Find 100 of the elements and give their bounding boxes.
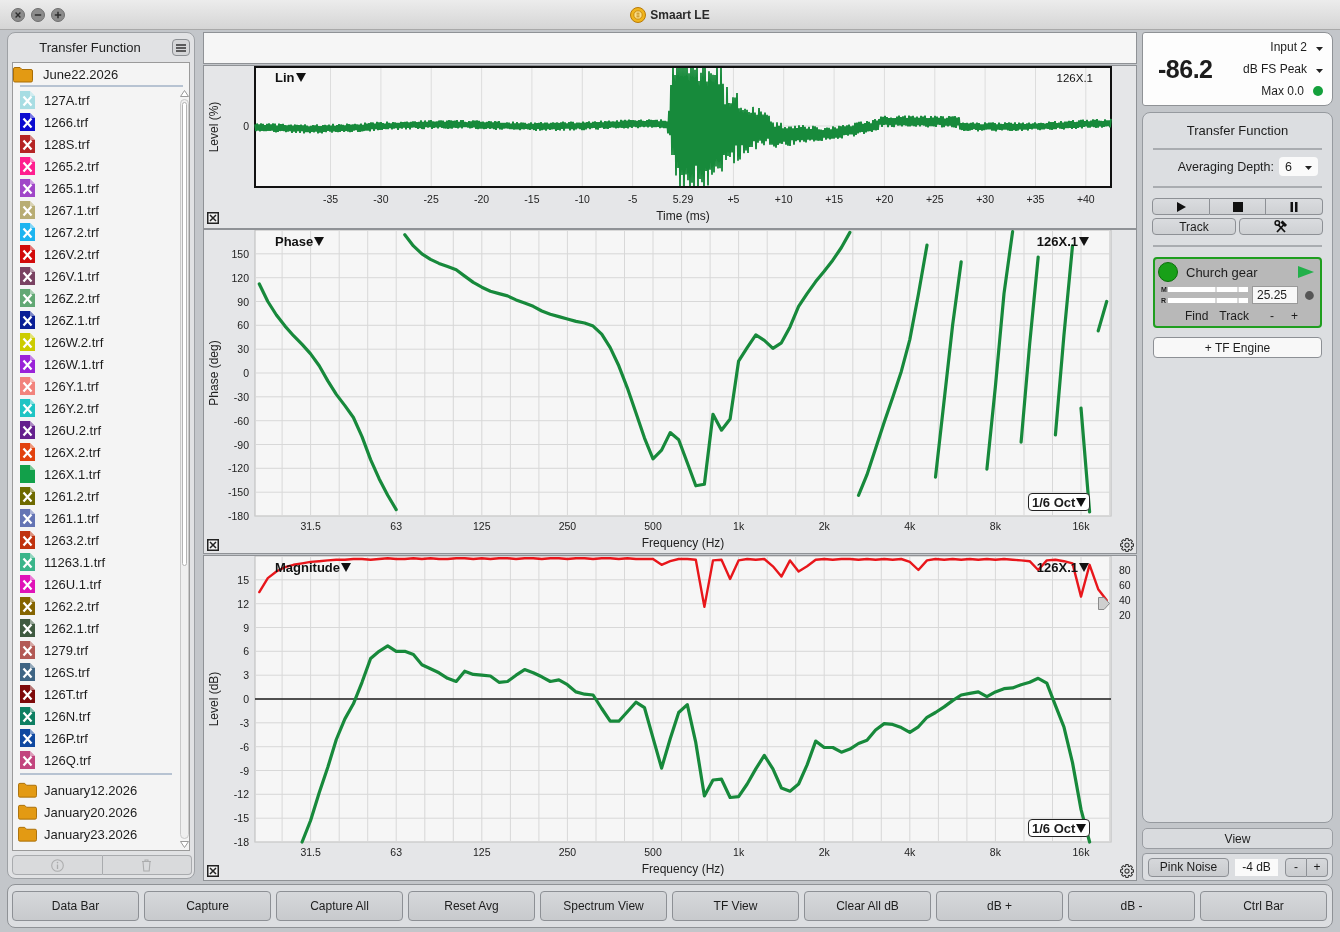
tick-label: 12 <box>237 597 249 610</box>
toolbar-button[interactable]: Capture <box>144 891 271 921</box>
scrollbar[interactable] <box>180 99 189 839</box>
app-logo-icon <box>630 6 647 23</box>
file-item[interactable]: 1265.2.trf <box>13 155 180 177</box>
tick-label: 0 <box>243 120 249 132</box>
file-item[interactable]: 126Z.2.trf <box>13 287 180 309</box>
file-item[interactable]: 1265.1.trf <box>13 177 180 199</box>
tick-label: 8k <box>989 846 1001 858</box>
folder-item[interactable]: June22.2026 <box>13 63 189 85</box>
file-item[interactable]: 126Z.1.trf <box>13 309 180 331</box>
toolbar-button[interactable]: Data Bar <box>12 891 139 921</box>
file-item[interactable]: 126V.2.trf <box>13 243 180 265</box>
file-item[interactable]: 1261.1.trf <box>13 507 180 529</box>
add-engine-button[interactable]: + TF Engine <box>1153 337 1322 358</box>
action-button[interactable]: Track <box>1217 309 1251 323</box>
action-button[interactable]: Find <box>1183 309 1211 323</box>
folder-item[interactable]: January23.2026 <box>13 823 180 845</box>
file-item[interactable]: 126X.1.trf <box>13 463 180 485</box>
tick-label: +10 <box>774 193 793 205</box>
file-item[interactable]: 127A.trf <box>13 89 180 111</box>
toolbar-button[interactable]: TF View <box>672 891 799 921</box>
panel-title: Transfer Function <box>1186 123 1289 138</box>
tick-label: 16k <box>1072 520 1090 532</box>
play-button[interactable] <box>1152 198 1210 215</box>
axis-label: Frequency (Hz) <box>641 862 725 876</box>
close-icon[interactable] <box>207 539 219 551</box>
toolbar-button[interactable]: Spectrum View <box>540 891 667 921</box>
toolbar-button[interactable]: Capture All <box>276 891 403 921</box>
scroll-up-icon[interactable] <box>180 90 189 97</box>
file-item[interactable]: 126U.1.trf <box>13 573 180 595</box>
tick-label: 500 <box>644 520 662 532</box>
track-button[interactable]: Track <box>1152 218 1236 235</box>
file-item[interactable]: 1262.2.trf <box>13 595 180 617</box>
averaging-dropdown[interactable]: 6 <box>1279 157 1318 176</box>
minimize-icon[interactable] <box>31 7 45 22</box>
toolbar-button[interactable]: dB - <box>1068 891 1195 921</box>
zoom-icon[interactable] <box>51 7 65 22</box>
toolbar-button[interactable]: dB + <box>936 891 1063 921</box>
settings-icon[interactable] <box>1120 864 1134 878</box>
file-item[interactable]: 126V.1.trf <box>13 265 180 287</box>
step-button[interactable]: - <box>1285 857 1307 877</box>
gain-field[interactable]: -4 dB <box>1235 858 1278 876</box>
file-item[interactable]: 11263.1.trf <box>13 551 180 573</box>
tools-button[interactable] <box>1239 218 1323 235</box>
input-dropdown[interactable]: Input 2 <box>1270 38 1323 56</box>
folder-item[interactable]: January12.2026 <box>13 779 180 801</box>
scroll-down-icon[interactable] <box>180 841 189 848</box>
toolbar-button[interactable]: Ctrl Bar <box>1200 891 1327 921</box>
file-item[interactable]: 126N.trf <box>13 705 180 727</box>
stop-button[interactable] <box>1209 198 1267 215</box>
tick-label: -30 <box>373 193 389 205</box>
action-button[interactable]: + <box>1288 309 1300 323</box>
file-item[interactable]: 126W.2.trf <box>13 331 180 353</box>
toolbar-button[interactable]: Clear All dB <box>804 891 931 921</box>
scrollbar-thumb[interactable] <box>182 102 187 566</box>
delay-field[interactable]: 25.25 <box>1252 286 1299 304</box>
file-item[interactable]: 1266.trf <box>13 111 180 133</box>
tick-label: -30 <box>233 390 249 403</box>
generator-button[interactable]: Pink Noise <box>1148 857 1229 877</box>
file-item[interactable]: 126T.trf <box>13 683 180 705</box>
tick-label: -25 <box>423 193 439 205</box>
smoothing-dropdown[interactable]: 1/6 Oct <box>1028 819 1091 837</box>
folder-item[interactable]: January20.2026 <box>13 801 180 823</box>
file-item[interactable]: 1267.2.trf <box>13 221 180 243</box>
scale-dropdown[interactable]: dB FS Peak <box>1242 60 1323 78</box>
file-item[interactable]: 126X.2.trf <box>13 441 180 463</box>
file-item[interactable]: 126S.trf <box>13 661 180 683</box>
file-item[interactable]: 1267.1.trf <box>13 199 180 221</box>
tick-label: -90 <box>233 438 249 451</box>
tick-label: +5 <box>727 193 740 205</box>
file-item[interactable]: 1262.1.trf <box>13 617 180 639</box>
play-icon <box>1175 201 1186 212</box>
toolbar-button[interactable]: Reset Avg <box>408 891 535 921</box>
file-item[interactable]: 1263.2.trf <box>13 529 180 551</box>
file-item[interactable]: 128S.trf <box>13 133 180 155</box>
view-button[interactable]: View <box>1142 828 1333 849</box>
tick-label: -3 <box>239 716 249 729</box>
file-item[interactable]: 126U.2.trf <box>13 419 180 441</box>
file-item[interactable]: 1279.trf <box>13 639 180 661</box>
folder-icon <box>13 65 33 83</box>
settings-icon[interactable] <box>1120 538 1134 552</box>
marker-icon[interactable] <box>1098 597 1110 610</box>
tick-label: 20 <box>1119 608 1131 621</box>
file-item[interactable]: 126Y.1.trf <box>13 375 180 397</box>
close-icon[interactable] <box>207 212 219 224</box>
file-item[interactable]: 126W.1.trf <box>13 353 180 375</box>
close-icon[interactable] <box>207 865 219 877</box>
file-item[interactable]: 126Y.2.trf <box>13 397 180 419</box>
pause-button[interactable] <box>1266 198 1323 215</box>
file-item[interactable]: 126P.trf <box>13 727 180 749</box>
menu-button[interactable] <box>172 39 190 56</box>
action-button[interactable]: - <box>1267 309 1276 323</box>
tick-label: -5 <box>627 193 638 205</box>
folder-icon <box>18 826 37 842</box>
close-icon[interactable] <box>11 7 25 22</box>
file-item[interactable]: 126Q.trf <box>13 749 180 771</box>
level-reading: -86.2 <box>1158 54 1213 84</box>
step-button[interactable]: + <box>1307 857 1328 877</box>
file-item[interactable]: 1261.2.trf <box>13 485 180 507</box>
